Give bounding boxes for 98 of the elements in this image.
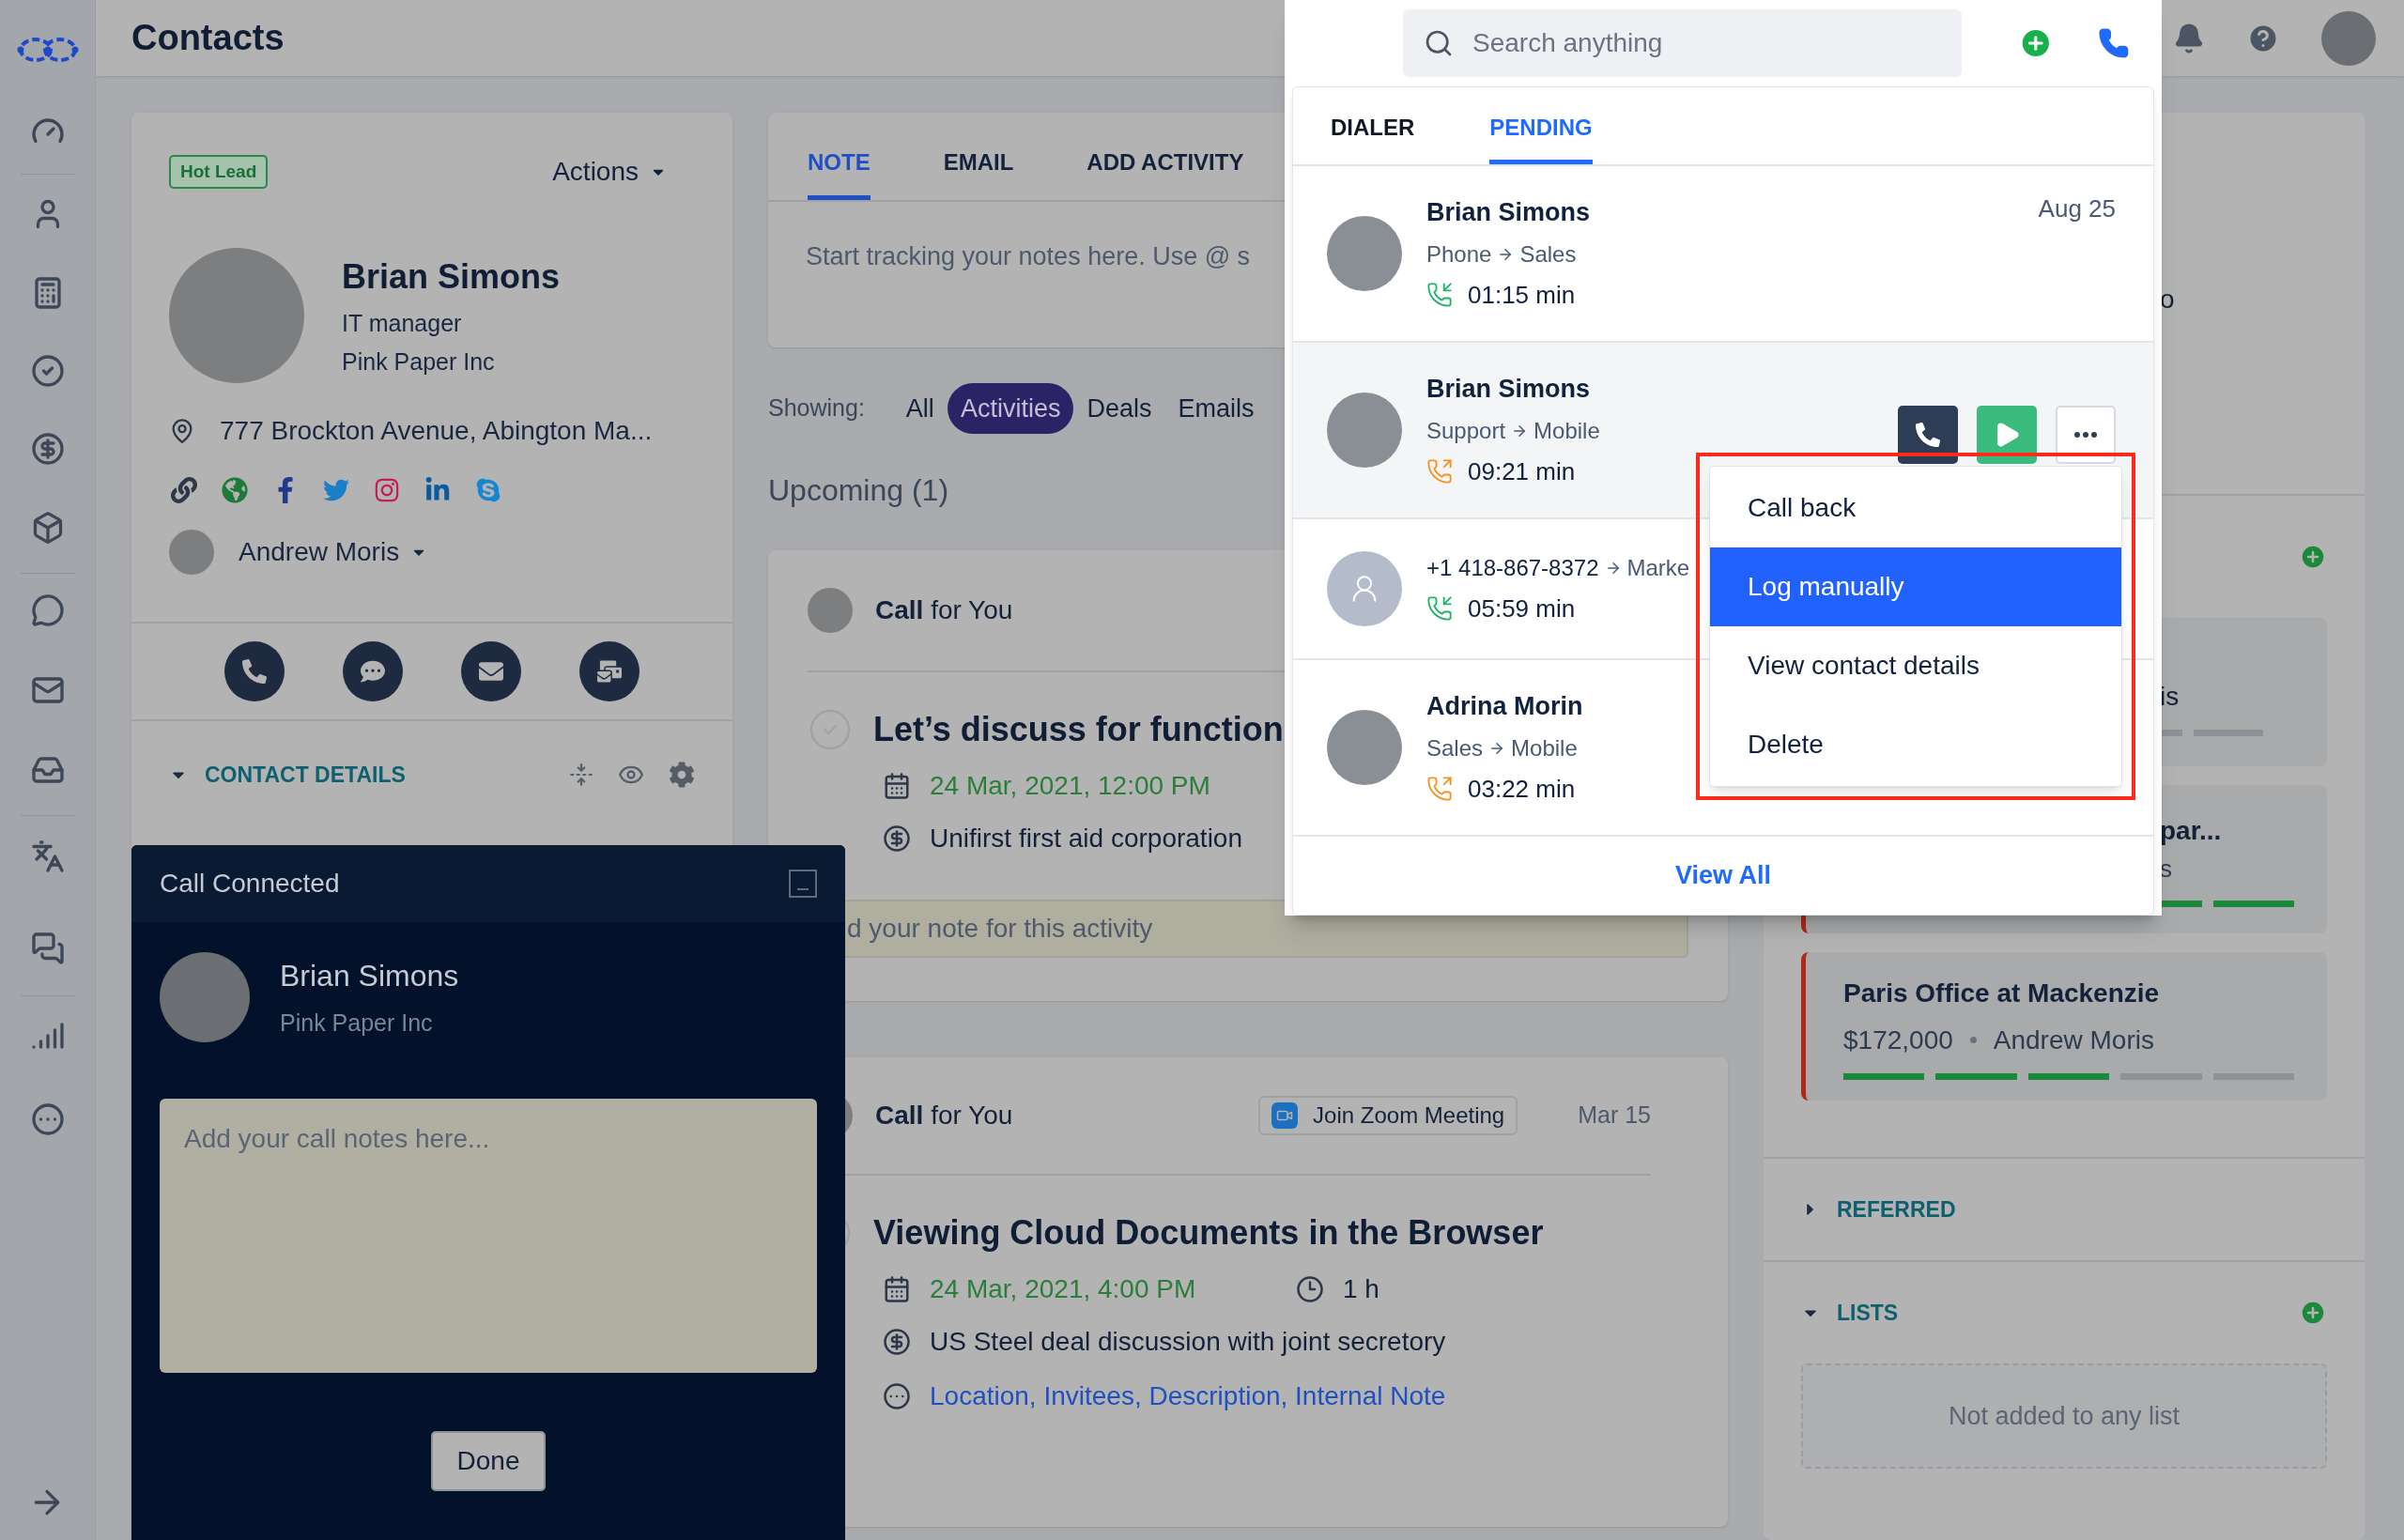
contact-name: Brian Simons (342, 255, 561, 298)
check-circle-icon[interactable] (31, 354, 65, 388)
activity-deal: US Steel deal discussion with joint secretory (930, 1326, 1446, 1358)
composer-tab[interactable]: ADD ACTIVITY (1086, 129, 1244, 200)
call-to: Marke (1626, 553, 1690, 582)
deal-title: par... (2160, 815, 2223, 847)
call-to: Mobile (1533, 416, 1600, 445)
dollar-icon[interactable] (31, 432, 65, 466)
activity-deal: Unifirst first aid corporation (930, 823, 1242, 855)
panel-title: Call Connected (160, 868, 341, 900)
mail-icon (479, 659, 503, 684)
filter-chip[interactable]: All (892, 383, 948, 434)
phone-icon (1916, 423, 1940, 447)
upcoming-heading: Upcoming (1) (768, 472, 949, 509)
phone-icon[interactable] (2098, 27, 2130, 59)
call-duration: 09:21 min (1468, 455, 1576, 487)
search-icon (1424, 28, 1454, 58)
menu-item[interactable]: Log manually (1710, 547, 2121, 626)
add-icon[interactable] (2299, 543, 2327, 571)
call-duration: 01:15 min (1468, 279, 1576, 311)
calendar-icon (883, 1275, 911, 1303)
stacked-mail-icon (597, 659, 622, 684)
chat-icon[interactable] (31, 593, 65, 627)
phone-icon (242, 659, 267, 684)
page-title: Contacts (131, 17, 285, 59)
notification-icon[interactable] (2173, 22, 2205, 54)
call-from: Phone (1426, 239, 1492, 269)
call-duration: 05:59 min (1468, 593, 1576, 624)
call-to: Mobile (1511, 733, 1578, 762)
call-from: Support (1426, 416, 1506, 445)
dialer-tab[interactable]: DIALER (1331, 95, 1415, 164)
linkedin-icon[interactable] (424, 477, 451, 503)
view-all-link[interactable]: View All (1674, 856, 1771, 895)
caller-name: Brian Simons (1426, 197, 1592, 229)
twitter-icon[interactable] (323, 477, 349, 503)
call-duration: 03:22 min (1468, 773, 1576, 805)
call-from: +1 418-867-8372 (1426, 553, 1599, 582)
call-back-button[interactable] (1898, 406, 1958, 464)
hot-lead-badge: Hot Lead (169, 154, 269, 190)
done-button[interactable]: Done (431, 1431, 546, 1491)
deal-owner: Andrew Moris (1993, 1024, 2154, 1056)
settings-icon[interactable] (669, 762, 695, 788)
caller-name: Brian Simons (1426, 374, 1592, 406)
search-field[interactable]: Search anything (1403, 9, 1962, 77)
activity-title: Viewing Cloud Documents in the Browser (873, 1212, 1544, 1254)
address: 777 Brockton Avenue, Abington Ma... (220, 415, 653, 447)
messages-icon[interactable] (31, 932, 65, 965)
translate-icon[interactable] (31, 839, 65, 873)
filter-chip[interactable]: Deals (1073, 383, 1165, 434)
activity-date: 24 Mar, 2021, 12:00 PM (930, 770, 1210, 802)
calendar-icon (883, 772, 911, 800)
dollar-icon (883, 1328, 911, 1356)
call-row[interactable]: Brian Simons Phone Sales 01:15 min Aug 25 (1293, 166, 2153, 343)
minimize-icon[interactable] (789, 870, 817, 898)
video-icon (1271, 1102, 1299, 1129)
activity-owner: Call for You (875, 594, 1013, 626)
filter-label: Showing: (768, 393, 865, 424)
add-icon[interactable] (2299, 1299, 2327, 1327)
call-to: Sales (1519, 239, 1577, 269)
link-icon[interactable] (171, 477, 197, 503)
deal-subtitle: is (2160, 680, 2181, 713)
more-icon[interactable] (31, 1102, 65, 1136)
clock-icon (1296, 1275, 1324, 1303)
owner-dropdown[interactable]: Andrew Moris (239, 532, 428, 572)
composer-tab[interactable]: EMAIL (943, 129, 1014, 200)
deal-card[interactable]: Paris Office at Mackenzie $172,000 Andrew Moris (1801, 952, 2327, 1101)
globe-icon[interactable] (222, 477, 248, 503)
chat-icon (361, 659, 385, 684)
caller-name: Adrina Morin (1426, 691, 1584, 723)
actions-dropdown[interactable]: Actions (552, 152, 667, 192)
play-button[interactable] (1977, 406, 2037, 464)
call-date: Aug 25 (2038, 193, 2116, 224)
filter-chip[interactable]: Activities (947, 383, 1074, 434)
menu-item[interactable]: Delete (1710, 705, 2121, 784)
call-from: Sales (1426, 733, 1484, 762)
more-icon (2074, 432, 2097, 438)
deal-title: Paris Office at Mackenzie (1843, 977, 2161, 1009)
instagram-icon[interactable] (374, 477, 400, 503)
empty-list-box: Not added to any list (1801, 1363, 2327, 1469)
activity-title: Let’s discuss for function (873, 709, 1284, 750)
activity-date-short: Mar 15 (1578, 1101, 1651, 1131)
filter-chip[interactable]: Emails (1164, 383, 1268, 434)
activity-owner: Call for You (875, 1100, 1014, 1132)
job-title: IT manager (342, 308, 463, 338)
dollar-icon (883, 824, 911, 853)
logo-icon[interactable] (17, 36, 79, 64)
more-button[interactable] (2056, 406, 2116, 464)
activity-date: 24 Mar, 2021, 4:00 PM (930, 1273, 1197, 1305)
deal-card[interactable]: is (2160, 618, 2327, 766)
deal-amount: $172,000 (1843, 1024, 1953, 1056)
company-name: Pink Paper Inc (342, 347, 496, 377)
box-icon[interactable] (31, 511, 65, 545)
collapse-icon[interactable] (569, 762, 593, 787)
caller-company: Pink Paper Inc (280, 1009, 434, 1039)
more-icon (883, 1382, 911, 1410)
zoom-meeting-button[interactable]: Join Zoom Meeting (1258, 1096, 1518, 1135)
activity-duration: 1 h (1343, 1273, 1379, 1305)
caller-name: Brian Simons (280, 958, 459, 995)
